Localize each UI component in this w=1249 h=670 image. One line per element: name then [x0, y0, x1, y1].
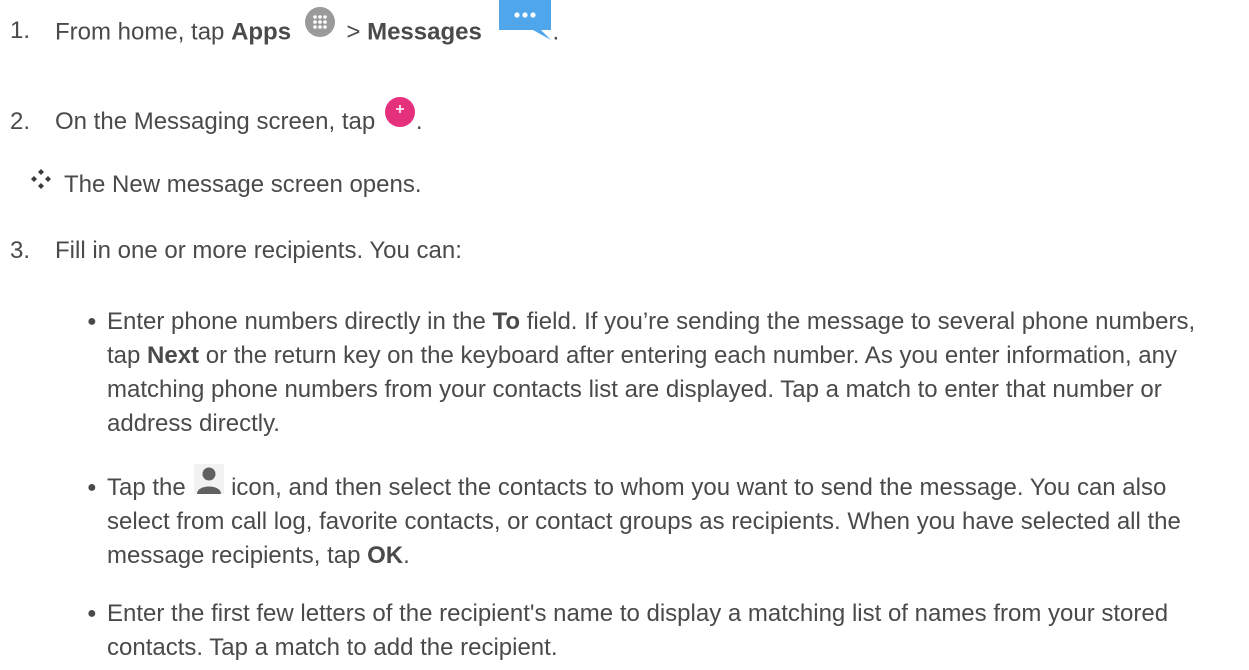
messages-bubble-icon	[497, 0, 553, 50]
to-field-label: To	[492, 308, 521, 335]
result-diamond-icon	[30, 168, 52, 198]
step-1-post: .	[552, 18, 560, 46]
contact-person-icon	[194, 463, 225, 504]
step-3: 3. Fill in one or more recipients. You c…	[0, 232, 800, 268]
apps-grid-icon	[304, 6, 336, 46]
bullet-1-pre: Enter phone numbers directly in the	[107, 308, 493, 335]
apps-label: Apps	[231, 18, 292, 46]
step-2-text: On the Messaging screen, tap .	[55, 96, 423, 137]
step-1-text: From home, tap Apps > Messages .	[55, 0, 560, 50]
ok-label: OK	[367, 542, 404, 569]
step-1-sep: >	[339, 18, 368, 46]
step-number: 3.	[10, 237, 31, 264]
step-2-post: .	[415, 108, 423, 135]
bullet-2-mid: icon, and then select the contacts to wh…	[107, 474, 1181, 569]
step-2-pre: On the Messaging screen, tap	[55, 108, 382, 135]
step-number: 2.	[10, 108, 31, 135]
result-line: The New message screen opens.	[0, 166, 700, 202]
step-number: 1.	[10, 17, 31, 44]
next-label: Next	[147, 342, 200, 369]
bullet-dot: ●	[87, 479, 97, 496]
compose-plus-icon	[384, 96, 416, 136]
step-1: 1. From home, tap Apps > Messages .	[0, 0, 700, 52]
bullet-1-text: Enter phone numbers directly in the To f…	[107, 305, 1232, 441]
bullet-2-text: Tap the icon, and then select the contac…	[107, 463, 1232, 573]
step-1-pre: From home, tap	[55, 18, 232, 46]
step-3-text: Fill in one or more recipients. You can:	[55, 237, 462, 264]
bullet-dot: ●	[87, 313, 97, 330]
bullet-3-text: Enter the first few letters of the recip…	[107, 600, 1169, 661]
result-text: The New message screen opens.	[64, 171, 422, 198]
instruction-page: 1. From home, tap Apps > Messages . 2. O…	[0, 0, 1249, 670]
bullet-1-post: or the return key on the keyboard after …	[107, 342, 1177, 437]
bullet-2-post: .	[403, 542, 410, 569]
bullet-dot: ●	[87, 605, 97, 622]
messages-label: Messages	[367, 18, 482, 46]
bullet-2-pre: Tap the	[107, 474, 193, 501]
step-2: 2. On the Messaging screen, tap .	[0, 96, 700, 143]
